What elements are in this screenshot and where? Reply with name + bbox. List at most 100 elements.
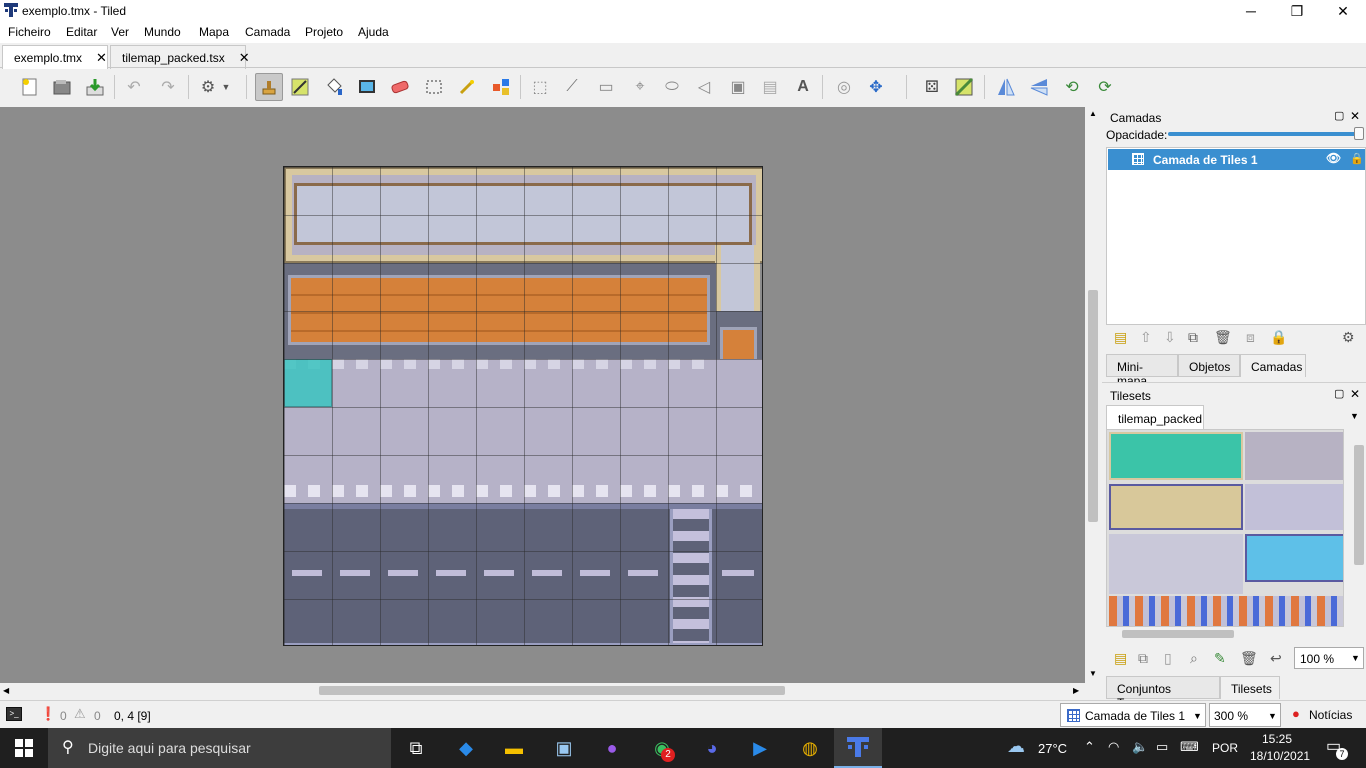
lower-layer-icon[interactable]: ⇩: [1164, 329, 1176, 346]
edit-tileset-icon[interactable]: ✎: [1214, 650, 1226, 667]
volume-icon[interactable]: 🔈: [1132, 739, 1148, 755]
menu-editar[interactable]: Editar: [66, 25, 97, 39]
insert-tile-icon[interactable]: ▣: [726, 75, 750, 99]
menu-projeto[interactable]: Projeto: [305, 25, 343, 39]
tab-mini-mapa[interactable]: Mini-mapa: [1106, 354, 1178, 388]
close-tab-icon[interactable]: ✕: [239, 50, 250, 65]
opacity-slider[interactable]: [1168, 132, 1358, 136]
windows-start-icon[interactable]: [0, 728, 48, 768]
menu-mapa[interactable]: Mapa: [199, 25, 229, 39]
float-panel-icon[interactable]: ▢: [1334, 387, 1344, 400]
merge-layer-icon[interactable]: ⧈: [1246, 329, 1255, 346]
weather-cloud-icon[interactable]: ☁: [1007, 736, 1025, 757]
minimize-button[interactable]: ─: [1228, 0, 1274, 22]
lock-icon[interactable]: 🔒: [1350, 152, 1364, 165]
duplicate-layer-icon[interactable]: ⧉: [1188, 329, 1198, 346]
close-panel-icon[interactable]: ✕: [1350, 387, 1360, 401]
redo-icon[interactable]: ↷: [156, 75, 180, 99]
keyboard-icon[interactable]: ⌨: [1180, 739, 1199, 755]
save-icon[interactable]: [83, 75, 107, 99]
tileset-horizontal-scrollbar[interactable]: [1106, 627, 1352, 641]
tile-map[interactable]: [283, 166, 763, 646]
tab-tilesets[interactable]: Tilesets: [1220, 676, 1280, 699]
tab-exemplo[interactable]: exemplo.tmx ✕: [2, 45, 108, 69]
stamp-brush-icon[interactable]: [255, 73, 283, 101]
lock-layer-icon[interactable]: 🔒: [1270, 329, 1287, 346]
news-alert-icon[interactable]: ●: [1292, 706, 1300, 721]
map-canvas[interactable]: [0, 107, 1085, 683]
delete-layer-icon[interactable]: 🗑: [1214, 329, 1232, 346]
new-file-icon[interactable]: [18, 75, 42, 99]
float-panel-icon[interactable]: ▢: [1334, 109, 1344, 122]
vertical-scroll-thumb[interactable]: [1088, 290, 1098, 522]
tab-objetos[interactable]: Objetos: [1178, 354, 1240, 377]
random-mode-icon[interactable]: ⚄: [920, 75, 944, 99]
menu-camada[interactable]: Camada: [245, 25, 290, 39]
select-same-tile-icon[interactable]: [489, 75, 513, 99]
terrain-brush-icon[interactable]: [288, 75, 312, 99]
export-tileset-icon[interactable]: ▯: [1164, 650, 1172, 667]
menu-mundo[interactable]: Mundo: [144, 25, 181, 39]
whatsapp-icon[interactable]: ◉: [638, 728, 686, 768]
flip-vertical-icon[interactable]: [1027, 75, 1051, 99]
rotate-right-icon[interactable]: ⟳: [1093, 75, 1117, 99]
input-language[interactable]: POR: [1212, 741, 1238, 755]
insert-template-icon[interactable]: ▤: [758, 75, 782, 99]
world-tool-icon[interactable]: ◎: [832, 75, 856, 99]
tiled-taskbar-icon[interactable]: [834, 728, 882, 768]
vscode-icon[interactable]: ◆: [442, 728, 490, 768]
tileset-scroll-thumb[interactable]: [1354, 445, 1364, 565]
scroll-up-icon[interactable]: ▲: [1089, 109, 1097, 118]
chrome-icon[interactable]: ◍: [786, 728, 834, 768]
raise-layer-icon[interactable]: ⇧: [1140, 329, 1152, 346]
delete-tileset-icon[interactable]: 🗑: [1240, 650, 1258, 667]
select-objects-icon[interactable]: ⬚: [528, 75, 552, 99]
vertical-scrollbar[interactable]: ▲ ▼: [1086, 107, 1100, 683]
error-icon[interactable]: ❗: [40, 706, 56, 722]
dynamic-wrapping-icon[interactable]: ↩: [1270, 650, 1282, 667]
chevron-down-icon[interactable]: ▼: [1350, 411, 1359, 421]
tab-camadas[interactable]: Camadas: [1240, 354, 1306, 377]
open-file-icon[interactable]: [50, 75, 74, 99]
rotate-left-icon[interactable]: ⟲: [1060, 75, 1084, 99]
console-icon[interactable]: >_: [6, 707, 22, 721]
file-explorer-icon[interactable]: ▬: [490, 728, 538, 768]
scroll-down-icon[interactable]: ▼: [1089, 669, 1097, 678]
battery-icon[interactable]: ▭: [1156, 739, 1168, 755]
warning-icon[interactable]: ⚠: [74, 706, 86, 722]
wang-fill-icon[interactable]: [952, 75, 976, 99]
current-layer-select[interactable]: Camada de Tiles 1 ▼: [1060, 703, 1206, 727]
tileset-vertical-scrollbar[interactable]: [1352, 429, 1366, 627]
tab-tilemap-packed-tileset[interactable]: tilemap_packed: [1106, 405, 1204, 429]
github-desktop-icon[interactable]: ●: [588, 728, 636, 768]
chevron-down-icon[interactable]: ▼: [220, 75, 232, 99]
close-panel-icon[interactable]: ✕: [1350, 109, 1360, 123]
photos-icon[interactable]: ▣: [540, 728, 588, 768]
eye-visibility-icon[interactable]: 👁: [1326, 151, 1341, 165]
edit-polygons-icon[interactable]: ⟋: [560, 75, 584, 99]
new-layer-icon[interactable]: ▤: [1114, 329, 1127, 346]
new-tileset-icon[interactable]: ▤: [1114, 650, 1127, 667]
tab-tilemap-packed[interactable]: tilemap_packed.tsx ✕: [110, 45, 250, 69]
insert-polygon-icon[interactable]: ◁: [692, 75, 716, 99]
opacity-slider-handle[interactable]: [1354, 127, 1364, 140]
horizontal-scroll-thumb[interactable]: [319, 686, 785, 695]
undo-icon[interactable]: ↶: [122, 75, 146, 99]
tileset-zoom-select[interactable]: 100 % ▼: [1294, 647, 1364, 669]
news-label[interactable]: Notícias: [1309, 708, 1352, 722]
bucket-fill-icon[interactable]: [322, 75, 346, 99]
eraser-icon[interactable]: [388, 75, 412, 99]
discord-icon[interactable]: ◕: [688, 728, 736, 768]
flip-horizontal-icon[interactable]: [994, 75, 1018, 99]
map-zoom-select[interactable]: 300 % ▼: [1209, 703, 1281, 727]
chevron-up-icon[interactable]: ⌃: [1084, 739, 1095, 755]
task-view-icon[interactable]: ⧉: [392, 728, 440, 768]
layer-row[interactable]: Camada de Tiles 1 👁 🔒: [1108, 149, 1365, 170]
menu-ajuda[interactable]: Ajuda: [358, 25, 389, 39]
close-window-button[interactable]: ✕: [1320, 0, 1366, 22]
tileset-view[interactable]: [1106, 429, 1344, 627]
shape-fill-icon[interactable]: [355, 75, 379, 99]
scroll-left-icon[interactable]: ◀: [3, 686, 9, 695]
network-icon[interactable]: ◠: [1108, 739, 1119, 755]
rectangle-select-icon[interactable]: [422, 75, 446, 99]
